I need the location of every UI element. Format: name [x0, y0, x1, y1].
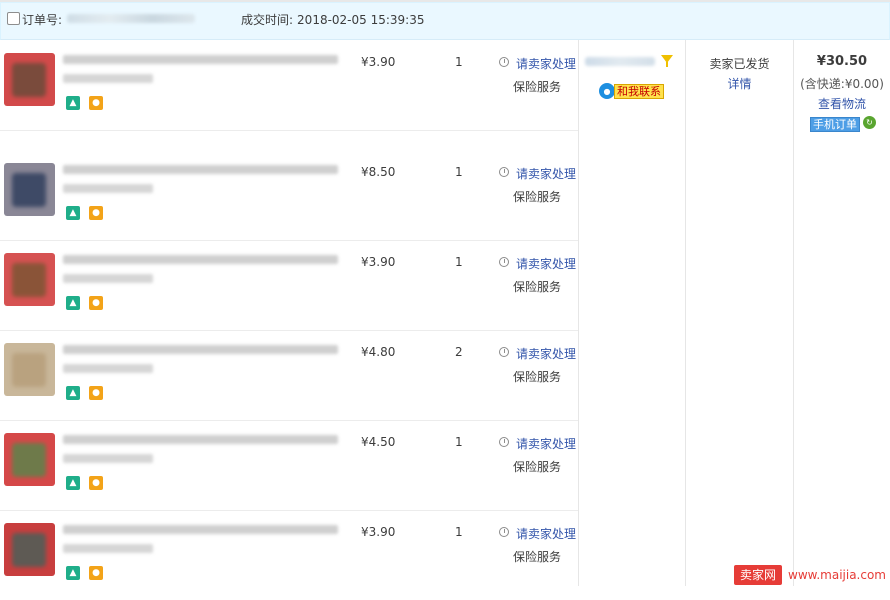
product-title-blurred[interactable] [63, 525, 338, 534]
gold-seller-badge-icon[interactable]: ● [89, 296, 103, 310]
guarantee-badge-icon[interactable]: ▲ [66, 476, 80, 490]
seller-handle-link[interactable]: 请卖家处理 [516, 525, 576, 542]
mobile-order-tag: 手机订单 [810, 117, 860, 132]
gold-seller-badge-icon[interactable]: ● [89, 566, 103, 580]
clock-icon [499, 527, 509, 537]
insurance-service: 保险服务 [513, 190, 562, 204]
seller-handle-link[interactable]: 请卖家处理 [516, 55, 576, 72]
gold-seller-badge-icon[interactable]: ● [89, 476, 103, 490]
clock-icon [499, 57, 509, 67]
product-title-blurred [63, 364, 153, 373]
item-row: ▲ ● ¥8.50 1 请卖家处理 保险服务 [0, 150, 578, 241]
insurance-service: 保险服务 [513, 460, 562, 474]
guarantee-badge-icon[interactable]: ▲ [66, 566, 80, 580]
gold-seller-badge-icon[interactable]: ● [89, 206, 103, 220]
clock-icon [499, 347, 509, 357]
gold-seller-badge-icon[interactable]: ● [89, 96, 103, 110]
item-row: ▲ ● ¥3.90 1 请卖家处理 保险服务 [0, 240, 578, 331]
order-header: 订单号: 成交时间: 2018-02-05 15:39:35 [0, 2, 890, 40]
seller-handle-link[interactable]: 请卖家处理 [516, 165, 576, 182]
product-title-blurred [63, 184, 153, 193]
item-price: ¥3.90 [361, 255, 396, 269]
product-thumbnail[interactable] [4, 343, 55, 396]
seller-handle-link[interactable]: 请卖家处理 [516, 255, 576, 272]
deal-time-value: 2018-02-05 15:39:35 [297, 13, 425, 27]
item-price: ¥3.90 [361, 55, 396, 69]
product-title-blurred[interactable] [63, 55, 338, 64]
guarantee-badge-icon[interactable]: ▲ [66, 206, 80, 220]
product-title-blurred [63, 74, 153, 83]
guarantee-badge-icon[interactable]: ▲ [66, 386, 80, 400]
item-price: ¥8.50 [361, 165, 396, 179]
contact-seller-label: 和我联系 [614, 83, 664, 99]
seller-handle-link[interactable]: 请卖家处理 [516, 435, 576, 452]
item-quantity: 1 [455, 435, 463, 449]
watermark: 卖家网 www.maijia.com [733, 564, 890, 586]
deal-time: 成交时间: 2018-02-05 15:39:35 [241, 11, 425, 28]
order-select-checkbox[interactable] [7, 12, 20, 25]
product-title-blurred[interactable] [63, 255, 338, 264]
clock-icon [499, 257, 509, 267]
insurance-service: 保险服务 [513, 280, 562, 294]
product-title-blurred[interactable] [63, 165, 338, 174]
product-title-blurred [63, 454, 153, 463]
item-price: ¥4.80 [361, 345, 396, 359]
item-price: ¥3.90 [361, 525, 396, 539]
order-total: ¥30.50 [816, 54, 868, 69]
filter-icon[interactable] [661, 55, 673, 67]
insurance-service: 保险服务 [513, 370, 562, 384]
item-quantity: 1 [455, 255, 463, 269]
watermark-brand: 卖家网 [733, 565, 782, 585]
product-thumbnail[interactable] [4, 433, 55, 486]
product-thumbnail[interactable] [4, 523, 55, 576]
shipping-fee: (含快递:¥0.00) [800, 77, 884, 91]
order-number-value-blurred [67, 14, 195, 23]
guarantee-badge-icon[interactable]: ▲ [66, 296, 80, 310]
insurance-service: 保险服务 [513, 550, 562, 564]
product-title-blurred [63, 544, 153, 553]
gold-seller-badge-icon[interactable]: ● [89, 386, 103, 400]
payment-column: ¥30.50 (含快递:¥0.00) 查看物流 手机订单 ↻ [794, 40, 890, 586]
item-quantity: 2 [455, 345, 463, 359]
item-row: ▲ ● ¥4.80 2 请卖家处理 保险服务 [0, 330, 578, 421]
item-quantity: 1 [455, 525, 463, 539]
item-row: ▲ ● ¥3.90 1 请卖家处理 保险服务 [0, 40, 578, 131]
order-number-label: 订单号: [22, 13, 63, 27]
clock-icon [499, 167, 509, 177]
product-thumbnail[interactable] [4, 163, 55, 216]
watermark-url: www.maijia.com [788, 568, 886, 582]
view-logistics-link[interactable]: 查看物流 [803, 95, 881, 112]
guarantee-badge-icon[interactable]: ▲ [66, 96, 80, 110]
item-quantity: 1 [455, 55, 463, 69]
wangwang-icon: ● [599, 83, 615, 99]
order-items: ▲ ● ¥3.90 1 请卖家处理 保险服务 ▲ ● ¥8.50 1 请卖家处理… [0, 40, 579, 586]
deal-time-label: 成交时间: [241, 13, 294, 27]
order-status: 卖家已发货 [709, 57, 770, 71]
item-row: ▲ ● ¥4.50 1 请卖家处理 保险服务 [0, 420, 578, 511]
product-title-blurred [63, 274, 153, 283]
seller-column: ● 和我联系 [579, 40, 686, 586]
item-price: ¥4.50 [361, 435, 396, 449]
item-quantity: 1 [455, 165, 463, 179]
clock-icon [499, 437, 509, 447]
product-title-blurred[interactable] [63, 435, 338, 444]
insurance-service: 保险服务 [513, 80, 562, 94]
seller-name-blurred[interactable] [585, 57, 655, 66]
product-title-blurred[interactable] [63, 345, 338, 354]
green-refresh-icon[interactable]: ↻ [863, 116, 876, 129]
product-thumbnail[interactable] [4, 53, 55, 106]
seller-handle-link[interactable]: 请卖家处理 [516, 345, 576, 362]
status-column: 卖家已发货 详情 [686, 40, 794, 586]
item-row: ▲ ● ¥3.90 1 请卖家处理 保险服务 [0, 510, 578, 600]
status-details-link[interactable]: 详情 [686, 75, 793, 92]
contact-seller-button[interactable]: ● 和我联系 [599, 83, 664, 99]
product-thumbnail[interactable] [4, 253, 55, 306]
